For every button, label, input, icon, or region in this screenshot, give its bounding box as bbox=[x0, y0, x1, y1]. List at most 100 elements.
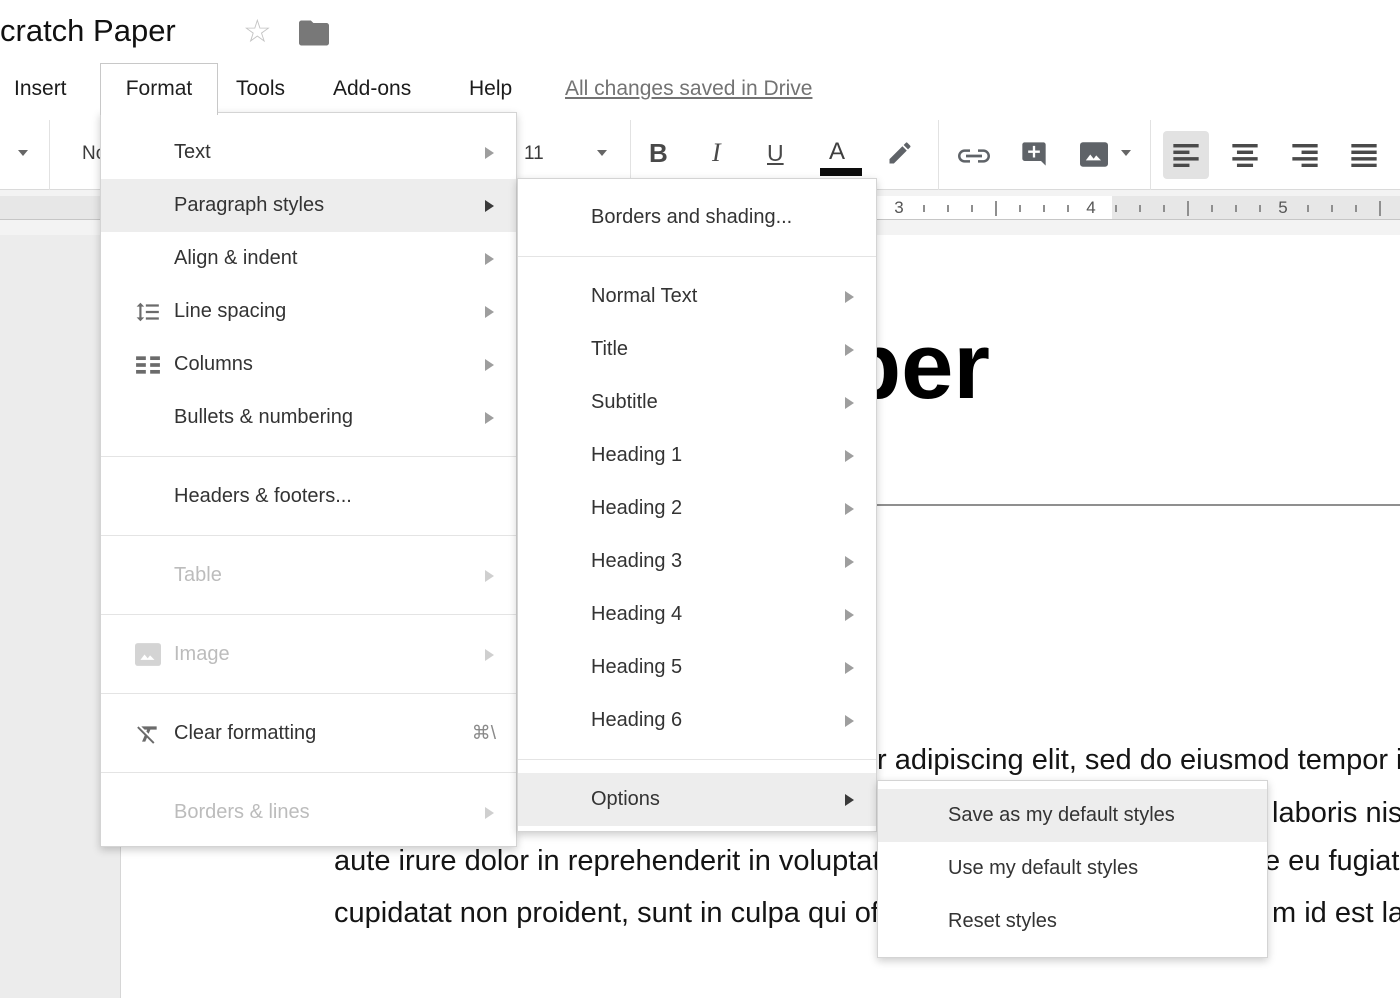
menu-item-align-indent[interactable]: Align & indent bbox=[101, 232, 516, 285]
submenu-item-heading-3[interactable]: Heading 3 bbox=[518, 535, 876, 588]
star-icon[interactable]: ☆ bbox=[243, 15, 272, 47]
insert-comment-icon[interactable] bbox=[1020, 140, 1048, 173]
ruler-tick bbox=[947, 205, 949, 212]
submenu-item-heading-2[interactable]: Heading 2 bbox=[518, 482, 876, 535]
submenu-arrow-icon bbox=[845, 503, 854, 515]
align-right-button[interactable] bbox=[1282, 131, 1328, 179]
ruler-tick bbox=[1067, 205, 1069, 212]
format-menu: Text Paragraph styles Align & indent Lin… bbox=[100, 112, 517, 847]
image-icon bbox=[121, 643, 174, 666]
text-color-swatch bbox=[820, 168, 862, 176]
columns-icon bbox=[121, 355, 174, 375]
ruler-tick bbox=[1139, 205, 1141, 212]
submenu-item-heading-5[interactable]: Heading 5 bbox=[518, 641, 876, 694]
menu-divider bbox=[518, 244, 876, 270]
submenu-item-use-default-styles[interactable]: Use my default styles bbox=[878, 842, 1267, 895]
menu-item-headers-footers[interactable]: Headers & footers... bbox=[101, 470, 516, 523]
folder-icon[interactable] bbox=[299, 20, 329, 51]
menu-divider bbox=[518, 747, 876, 773]
submenu-item-reset-styles[interactable]: Reset styles bbox=[878, 895, 1267, 948]
paint-format-icon[interactable] bbox=[886, 139, 914, 172]
menu-divider bbox=[101, 681, 516, 707]
ruler-tick bbox=[1259, 205, 1261, 212]
italic-button[interactable]: I bbox=[712, 138, 721, 168]
submenu-arrow-icon bbox=[485, 412, 494, 424]
menu-item-bullets-numbering[interactable]: Bullets & numbering bbox=[101, 391, 516, 444]
underline-button[interactable]: U bbox=[767, 140, 784, 167]
bold-button[interactable]: B bbox=[649, 138, 668, 169]
document-text-line[interactable]: m id est laborum bbox=[1272, 896, 1400, 930]
menubar-insert[interactable]: Insert bbox=[14, 64, 67, 113]
submenu-item-heading-6[interactable]: Heading 6 bbox=[518, 694, 876, 747]
insert-image-caret-icon[interactable] bbox=[1121, 150, 1131, 156]
submenu-arrow-icon bbox=[485, 147, 494, 159]
ruler-tick bbox=[1163, 205, 1165, 212]
document-text-line[interactable]: laboris nisi ut aliquip ex bbox=[1272, 796, 1400, 830]
menubar-addons[interactable]: Add-ons bbox=[333, 64, 411, 113]
submenu-item-borders-shading[interactable]: Borders and shading... bbox=[518, 191, 876, 244]
menu-divider bbox=[101, 444, 516, 470]
submenu-arrow-icon bbox=[485, 306, 494, 318]
font-size-value[interactable]: 11 bbox=[524, 143, 544, 165]
submenu-item-normal-text[interactable]: Normal Text bbox=[518, 270, 876, 323]
ruler-tick bbox=[1235, 205, 1237, 212]
ruler-number: 5 bbox=[1273, 198, 1293, 218]
submenu-arrow-icon bbox=[845, 662, 854, 674]
ruler-tick bbox=[923, 205, 925, 212]
submenu-item-title[interactable]: Title bbox=[518, 323, 876, 376]
menu-item-clear-formatting[interactable]: Clear formatting ⌘\ bbox=[101, 707, 516, 760]
submenu-arrow-icon bbox=[845, 450, 854, 462]
options-submenu: Save as my default styles Use my default… bbox=[877, 780, 1268, 958]
menu-divider bbox=[101, 602, 516, 628]
clear-formatting-icon bbox=[121, 721, 174, 747]
submenu-item-heading-1[interactable]: Heading 1 bbox=[518, 429, 876, 482]
menubar-format-open[interactable]: Format bbox=[100, 63, 218, 115]
submenu-arrow-icon bbox=[485, 359, 494, 371]
align-justify-button[interactable] bbox=[1341, 131, 1387, 179]
menu-divider bbox=[101, 760, 516, 786]
ruler-tick bbox=[1115, 205, 1117, 212]
menubar-tools[interactable]: Tools bbox=[236, 64, 285, 113]
paragraph-styles-submenu: Borders and shading... Normal Text Title… bbox=[517, 178, 877, 832]
toolbar-dropdown-caret-icon[interactable] bbox=[18, 150, 28, 156]
menu-item-table: Table bbox=[101, 549, 516, 602]
submenu-arrow-icon bbox=[845, 609, 854, 621]
submenu-arrow-icon bbox=[845, 291, 854, 303]
save-status-link[interactable]: All changes saved in Drive bbox=[565, 64, 812, 113]
toolbar-separator bbox=[1150, 120, 1151, 190]
ruler-tick bbox=[1187, 201, 1189, 216]
ruler-tick bbox=[1307, 205, 1309, 212]
insert-link-icon[interactable] bbox=[958, 145, 990, 172]
submenu-item-options[interactable]: Options bbox=[518, 773, 876, 826]
submenu-arrow-icon bbox=[845, 556, 854, 568]
submenu-item-heading-4[interactable]: Heading 4 bbox=[518, 588, 876, 641]
ruler-tick bbox=[995, 201, 997, 216]
ruler-tick bbox=[1019, 205, 1021, 212]
font-size-caret-icon[interactable] bbox=[597, 150, 607, 156]
ruler-tick bbox=[1331, 205, 1333, 212]
shortcut-label: ⌘\ bbox=[472, 722, 496, 745]
ruler-number: 3 bbox=[889, 198, 909, 218]
submenu-item-subtitle[interactable]: Subtitle bbox=[518, 376, 876, 429]
menu-item-text[interactable]: Text bbox=[101, 126, 516, 179]
document-text-line[interactable]: e eu fugiat nulla pariatur. Excep bbox=[1264, 844, 1400, 878]
menubar-help[interactable]: Help bbox=[469, 64, 512, 113]
submenu-item-save-default-styles[interactable]: Save as my default styles bbox=[878, 789, 1267, 842]
text-color-button[interactable]: A bbox=[829, 138, 845, 166]
submenu-arrow-icon bbox=[845, 715, 854, 727]
doc-title[interactable]: cratch Paper bbox=[0, 13, 176, 49]
align-left-button[interactable] bbox=[1163, 131, 1209, 179]
submenu-arrow-icon bbox=[845, 344, 854, 356]
align-center-button[interactable] bbox=[1222, 131, 1268, 179]
line-spacing-icon bbox=[121, 299, 174, 325]
menu-item-borders-lines: Borders & lines bbox=[101, 786, 516, 839]
insert-image-icon[interactable] bbox=[1080, 142, 1108, 172]
ruler-tick bbox=[971, 205, 973, 212]
menu-item-columns[interactable]: Columns bbox=[101, 338, 516, 391]
submenu-arrow-icon bbox=[485, 253, 494, 265]
menu-item-image: Image bbox=[101, 628, 516, 681]
ruler-tick bbox=[1043, 205, 1045, 212]
menu-item-paragraph-styles[interactable]: Paragraph styles bbox=[101, 179, 516, 232]
menu-item-line-spacing[interactable]: Line spacing bbox=[101, 285, 516, 338]
document-text-line[interactable]: r adipiscing elit, sed do eiusmod tempor… bbox=[877, 743, 1400, 777]
